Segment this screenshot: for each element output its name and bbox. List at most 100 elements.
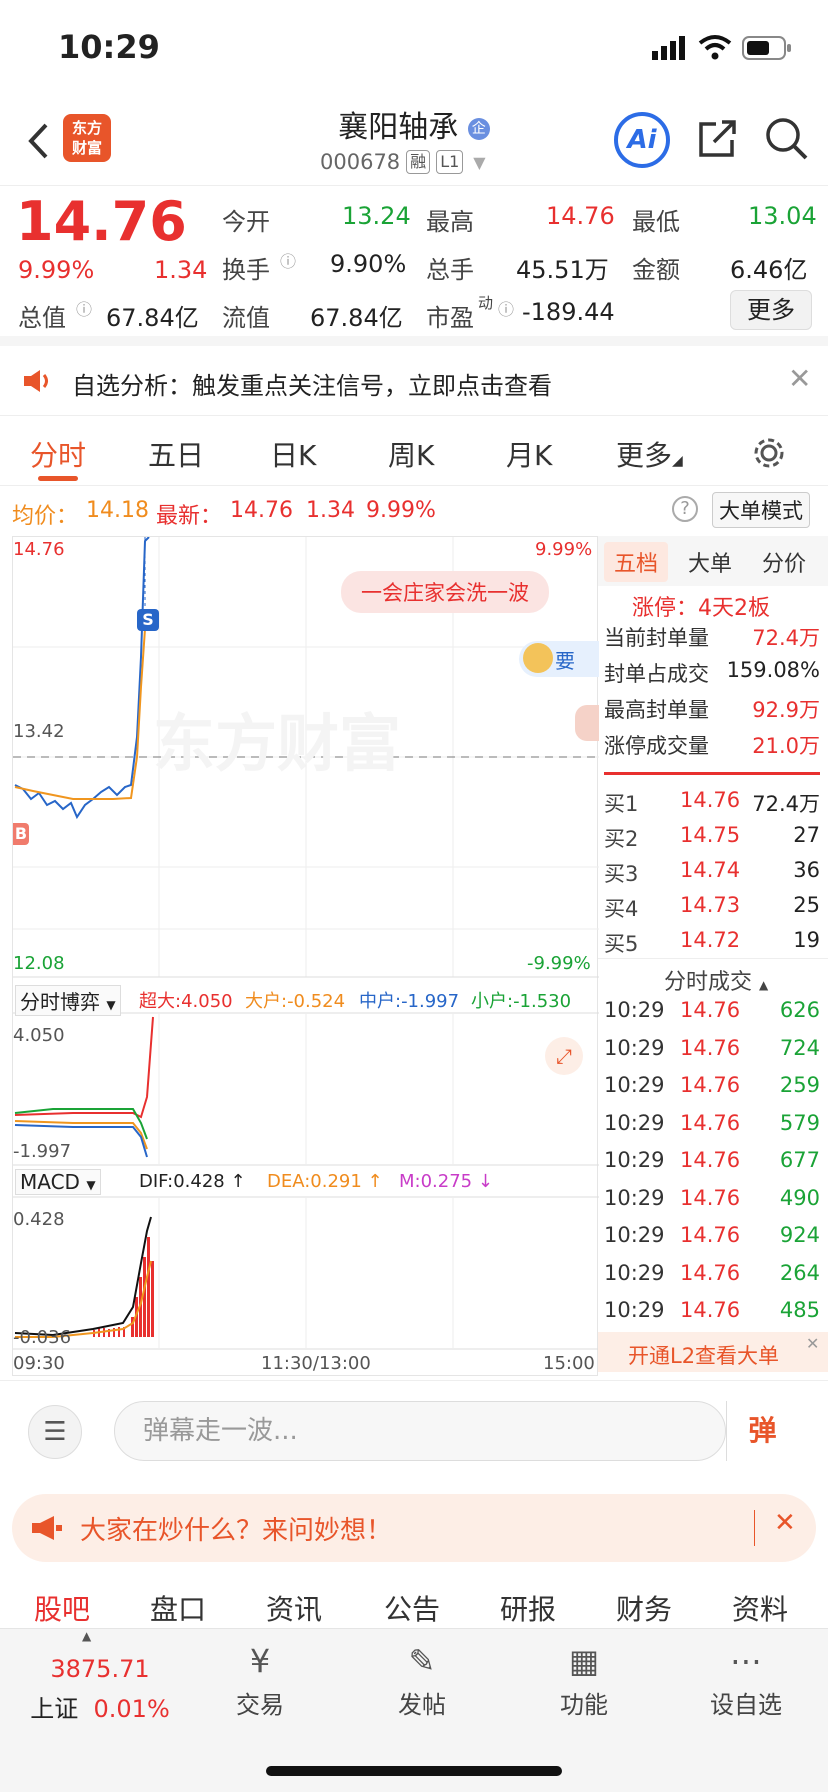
change-value: 1.34 bbox=[154, 256, 208, 284]
nav-trade[interactable]: ¥ 交易 bbox=[200, 1637, 320, 1720]
tab-daily-k[interactable]: 日K bbox=[270, 434, 316, 474]
tab-announcements[interactable]: 公告 bbox=[384, 1588, 440, 1628]
tab-underline bbox=[38, 476, 78, 481]
bid-price: 14.74 bbox=[680, 858, 741, 882]
trades-title-label: 分时成交 bbox=[664, 970, 753, 995]
trades-title[interactable]: 分时成交 ▲ bbox=[664, 964, 768, 996]
turnover-label: 换手 bbox=[222, 256, 270, 284]
tab-more-label: 更多 bbox=[616, 439, 673, 472]
ai-button[interactable]: Ai bbox=[614, 112, 670, 168]
avg-line bbox=[14, 616, 150, 800]
time-end: 15:00 bbox=[543, 1353, 595, 1374]
tab-price-dist[interactable]: 分价 bbox=[762, 546, 806, 578]
bid-volume: 72.4万 bbox=[752, 792, 820, 816]
close-icon[interactable]: ✕ bbox=[806, 1334, 819, 1353]
low-label: 最低 bbox=[632, 208, 680, 236]
mktcap-label: 总值 bbox=[18, 304, 66, 332]
tab-news[interactable]: 资讯 bbox=[266, 1588, 322, 1628]
trade-price: 14.76 bbox=[680, 1035, 741, 1060]
comment-bubble[interactable]: 一会庄家会洗一波 bbox=[341, 571, 549, 613]
tab-finance[interactable]: 财务 bbox=[616, 1588, 672, 1628]
tab-monthly-k[interactable]: 月K bbox=[506, 434, 552, 474]
share-icon[interactable] bbox=[696, 118, 738, 160]
open-value: 13.24 bbox=[342, 202, 411, 230]
tab-profile[interactable]: 资料 bbox=[732, 1588, 788, 1628]
seal-label: 涨停成交量 bbox=[604, 734, 709, 758]
ask-banner[interactable]: 大家在炒什么？来问妙想！ ✕ bbox=[12, 1494, 816, 1562]
info-icon[interactable]: ⓘ bbox=[280, 248, 296, 272]
tab-research[interactable]: 研报 bbox=[500, 1588, 556, 1628]
dropdown-icon[interactable]: ▼ bbox=[473, 153, 485, 172]
tab-5day[interactable]: 五日 bbox=[148, 434, 204, 474]
bid-label: 买5 bbox=[604, 932, 639, 956]
y-top-label: 14.76 bbox=[13, 539, 65, 560]
danmu-send-button[interactable]: 弹 bbox=[726, 1401, 798, 1461]
trade-price: 14.76 bbox=[680, 998, 741, 1022]
watermark: 东方财富 bbox=[153, 707, 402, 780]
content-tabs: 股吧 盘口 资讯 公告 研报 财务 资料 bbox=[0, 1578, 828, 1634]
danmu-input[interactable]: 弹幕走一波... bbox=[114, 1401, 726, 1461]
trade-price: 14.76 bbox=[680, 1298, 741, 1322]
alert-text: 自选分析：触发重点关注信号，立即点击查看 bbox=[72, 372, 552, 400]
seal-value: 159.08% bbox=[726, 658, 820, 682]
time-mid: 11:30/13:00 bbox=[261, 1353, 371, 1374]
index-widget[interactable]: 3875.71 上证 0.01% bbox=[20, 1655, 180, 1724]
tab-intraday[interactable]: 分时 bbox=[30, 434, 86, 474]
l2-promo[interactable]: 开通L2查看大单 ✕ bbox=[598, 1332, 828, 1372]
quote-panel: 14.76 9.99% 1.34 今开 13.24 最高 14.76 最低 13… bbox=[0, 186, 828, 346]
trade-time: 10:29 bbox=[604, 1110, 665, 1135]
tab-big-orders[interactable]: 大单 bbox=[688, 546, 732, 578]
big-order-mode-button[interactable]: 大单模式 bbox=[712, 492, 810, 528]
trade-volume: 264 bbox=[779, 1260, 820, 1285]
close-icon[interactable]: ✕ bbox=[788, 362, 811, 395]
tab-weekly-k[interactable]: 周K bbox=[388, 434, 434, 474]
trade-volume: 259 bbox=[779, 1073, 820, 1097]
info-icon[interactable]: ⓘ bbox=[76, 296, 92, 320]
divider bbox=[604, 772, 820, 775]
nav-functions[interactable]: ▦ 功能 bbox=[524, 1637, 644, 1720]
l2-promo-text: 开通L2查看大单 bbox=[628, 1344, 780, 1368]
more-dots-icon: ⋯ bbox=[730, 1642, 762, 1680]
tab-handicap[interactable]: 盘口 bbox=[150, 1588, 206, 1628]
edit-icon: ✎ bbox=[408, 1642, 436, 1680]
info-icon[interactable]: ⓘ bbox=[498, 296, 514, 320]
nav-add-watchlist[interactable]: ⋯ 设自选 bbox=[686, 1637, 806, 1720]
expand-icon[interactable]: ⤢ bbox=[545, 1037, 583, 1075]
grid-icon: ▦ bbox=[568, 1642, 600, 1680]
divider bbox=[754, 1510, 755, 1546]
more-button[interactable]: 更多 bbox=[730, 290, 812, 330]
intraday-chart[interactable]: 14.76 13.42 12.08 9.99% -9.99% 东方财富 一会庄家… bbox=[12, 536, 599, 1376]
trade-volume: 626 bbox=[779, 998, 820, 1022]
latest-label: 最新： bbox=[156, 504, 223, 529]
help-icon[interactable]: ? bbox=[672, 496, 698, 522]
latest-change: 1.34 bbox=[306, 498, 355, 523]
nav-post[interactable]: ✎ 发帖 bbox=[362, 1637, 482, 1720]
y-mid-label: 13.42 bbox=[13, 721, 65, 742]
close-icon[interactable]: ✕ bbox=[774, 1508, 796, 1538]
avg-value: 14.18 bbox=[86, 498, 149, 523]
index-pct: 0.01% bbox=[93, 1695, 170, 1723]
high-value: 14.76 bbox=[546, 202, 615, 230]
volume-value: 45.51万 bbox=[516, 256, 609, 284]
caret-up-icon: ▲ bbox=[82, 1629, 92, 1643]
home-indicator bbox=[266, 1766, 562, 1776]
danmu-list-icon[interactable]: ☰ bbox=[28, 1405, 82, 1459]
macd-bottom-label: -0.036 bbox=[13, 1327, 72, 1348]
alert-bar[interactable]: 自选分析：触发重点关注信号，立即点击查看 ✕ bbox=[0, 346, 828, 416]
chart-tabs: 分时 五日 日K 周K 月K 更多◢ bbox=[0, 418, 828, 486]
tab-forum[interactable]: 股吧 bbox=[34, 1588, 90, 1628]
trade-volume: 724 bbox=[779, 1035, 820, 1060]
seal-label: 当前封单量 bbox=[604, 626, 709, 650]
macd-select[interactable]: MACD ▼ bbox=[15, 1169, 101, 1195]
gear-icon[interactable] bbox=[752, 436, 786, 470]
change-pct: 9.99% bbox=[18, 256, 95, 284]
sell-marker[interactable]: S bbox=[137, 609, 159, 631]
bid-price: 14.76 bbox=[680, 788, 741, 812]
trade-time: 10:29 bbox=[604, 1260, 665, 1285]
tab-more[interactable]: 更多◢ bbox=[616, 434, 683, 474]
tab-five-levels[interactable]: 五档 bbox=[604, 542, 669, 582]
fund-indicator-select[interactable]: 分时博弈 ▼ bbox=[15, 985, 121, 1016]
gift-icon[interactable] bbox=[575, 705, 599, 741]
search-icon[interactable] bbox=[764, 116, 810, 162]
buy-marker[interactable]: B bbox=[13, 823, 29, 845]
